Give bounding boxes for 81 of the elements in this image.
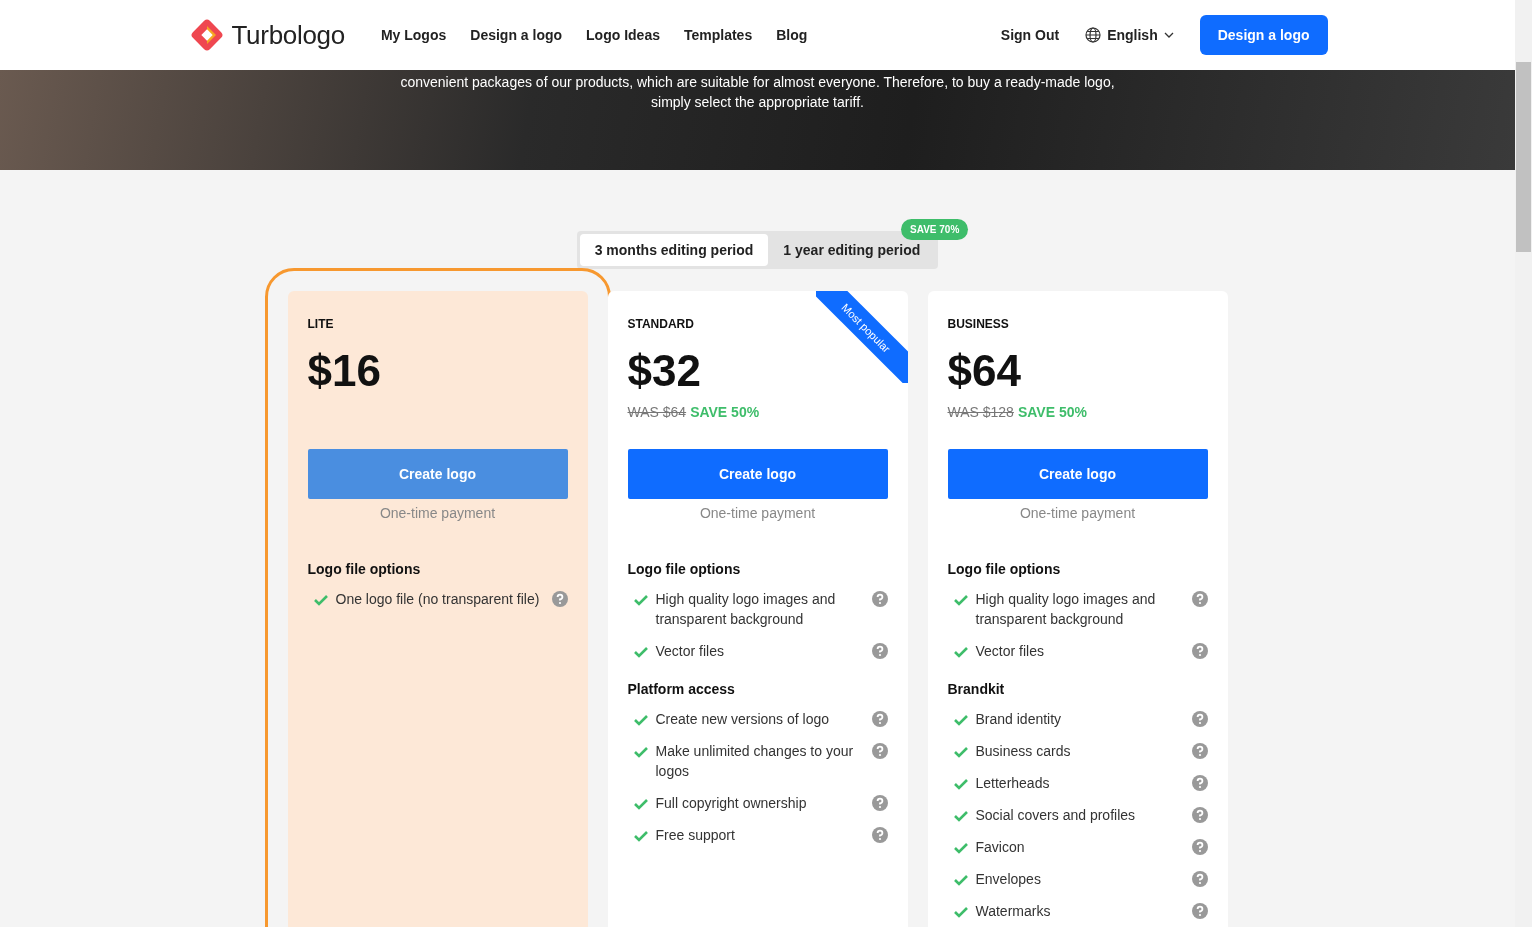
nav-link[interactable]: Logo Ideas	[586, 27, 660, 43]
feature-text: High quality logo images and transparent background	[655, 590, 837, 629]
help-icon[interactable]	[871, 827, 888, 843]
old-price: WAS $128	[947, 404, 1014, 420]
hero-text: convenient packages of our products, which are suitable for almost everyone. Therefore, to buy a ready-made logo,	[400, 73, 1115, 92]
discount-label: SAVE 50%	[1017, 404, 1087, 420]
discount-label: SAVE 50%	[690, 404, 760, 420]
feature-text: Full copyright ownership	[655, 794, 808, 813]
check-icon	[633, 798, 648, 810]
nav-link[interactable]: My Logos	[380, 27, 447, 43]
check-icon	[953, 842, 968, 854]
check-icon	[633, 746, 648, 758]
hero-text: simply select the appropriate tariff.	[651, 93, 864, 112]
check-icon	[953, 646, 968, 658]
help-icon[interactable]	[871, 711, 888, 727]
section-title: Logo file options	[307, 561, 422, 577]
period-tab[interactable]: 3 months editing period	[579, 234, 769, 266]
section-title: Platform access	[627, 681, 736, 697]
feature-text: Favicon	[975, 838, 1026, 857]
check-icon	[633, 714, 648, 726]
payment-note: One-time payment	[1018, 505, 1137, 521]
help-icon[interactable]	[1191, 591, 1208, 607]
check-icon	[953, 810, 968, 822]
help-icon[interactable]	[1191, 903, 1208, 919]
help-icon[interactable]	[1191, 711, 1208, 727]
feature-text: Create new versions of logo	[655, 710, 831, 729]
feature-text: Social covers and profiles	[975, 806, 1137, 825]
feature-text: Envelopes	[975, 870, 1042, 889]
feature-text: Vector files	[655, 642, 725, 661]
design-logo-button[interactable]: Design a logo	[1199, 15, 1328, 55]
feature-text: High quality logo images and transparent background	[975, 590, 1157, 629]
help-icon[interactable]	[871, 591, 888, 607]
help-icon[interactable]	[871, 643, 888, 659]
payment-note: One-time payment	[698, 505, 817, 521]
globe-icon	[1085, 27, 1102, 43]
nav-link[interactable]: Design a logo	[470, 27, 563, 43]
help-icon[interactable]	[871, 743, 888, 759]
help-icon[interactable]	[1191, 743, 1208, 759]
chevron-down-icon	[1163, 32, 1174, 38]
old-price: WAS $64	[627, 404, 687, 420]
section-title: Brandkit	[947, 681, 1006, 697]
plan-price: $16	[307, 345, 382, 397]
section-title: Logo file options	[627, 561, 742, 577]
payment-note: One-time payment	[378, 505, 497, 521]
feature-text: Vector files	[975, 642, 1045, 661]
nav-link[interactable]: Templates	[683, 27, 753, 43]
nav-link[interactable]: Blog	[776, 27, 808, 43]
help-icon[interactable]	[551, 591, 568, 607]
create-logo-button[interactable]: Create logo	[627, 449, 888, 499]
sign-out-link[interactable]: Sign Out	[1000, 27, 1060, 43]
feature-text: Watermarks	[975, 902, 1052, 921]
help-icon[interactable]	[1191, 871, 1208, 887]
help-icon[interactable]	[1191, 839, 1208, 855]
check-icon	[953, 714, 968, 726]
language-selector[interactable]: English	[1085, 27, 1174, 43]
feature-text: One logo file (no transparent file)	[335, 590, 541, 609]
feature-text: Brand identity	[975, 710, 1063, 729]
create-logo-button[interactable]: Create logo	[947, 449, 1208, 499]
check-icon	[633, 646, 648, 658]
check-icon	[313, 594, 328, 606]
plan-price: $64	[947, 345, 1022, 397]
feature-text: Free support	[655, 826, 736, 845]
check-icon	[633, 830, 648, 842]
section-title: Logo file options	[947, 561, 1062, 577]
feature-text: Business cards	[975, 742, 1072, 761]
save-badge: SAVE 70%	[901, 219, 969, 240]
feature-text: Make unlimited changes to your logos	[655, 742, 855, 781]
plan-name: LITE	[307, 317, 335, 331]
plan-name: BUSINESS	[947, 317, 1010, 331]
feature-text: Letterheads	[975, 774, 1051, 793]
check-icon	[633, 594, 648, 606]
check-icon	[953, 906, 968, 918]
check-icon	[953, 746, 968, 758]
help-icon[interactable]	[1191, 807, 1208, 823]
help-icon[interactable]	[1191, 643, 1208, 659]
check-icon	[953, 874, 968, 886]
check-icon	[953, 594, 968, 606]
logo-text[interactable]: Turbologo	[231, 19, 345, 51]
help-icon[interactable]	[1191, 775, 1208, 791]
help-icon[interactable]	[871, 795, 888, 811]
check-icon	[953, 778, 968, 790]
